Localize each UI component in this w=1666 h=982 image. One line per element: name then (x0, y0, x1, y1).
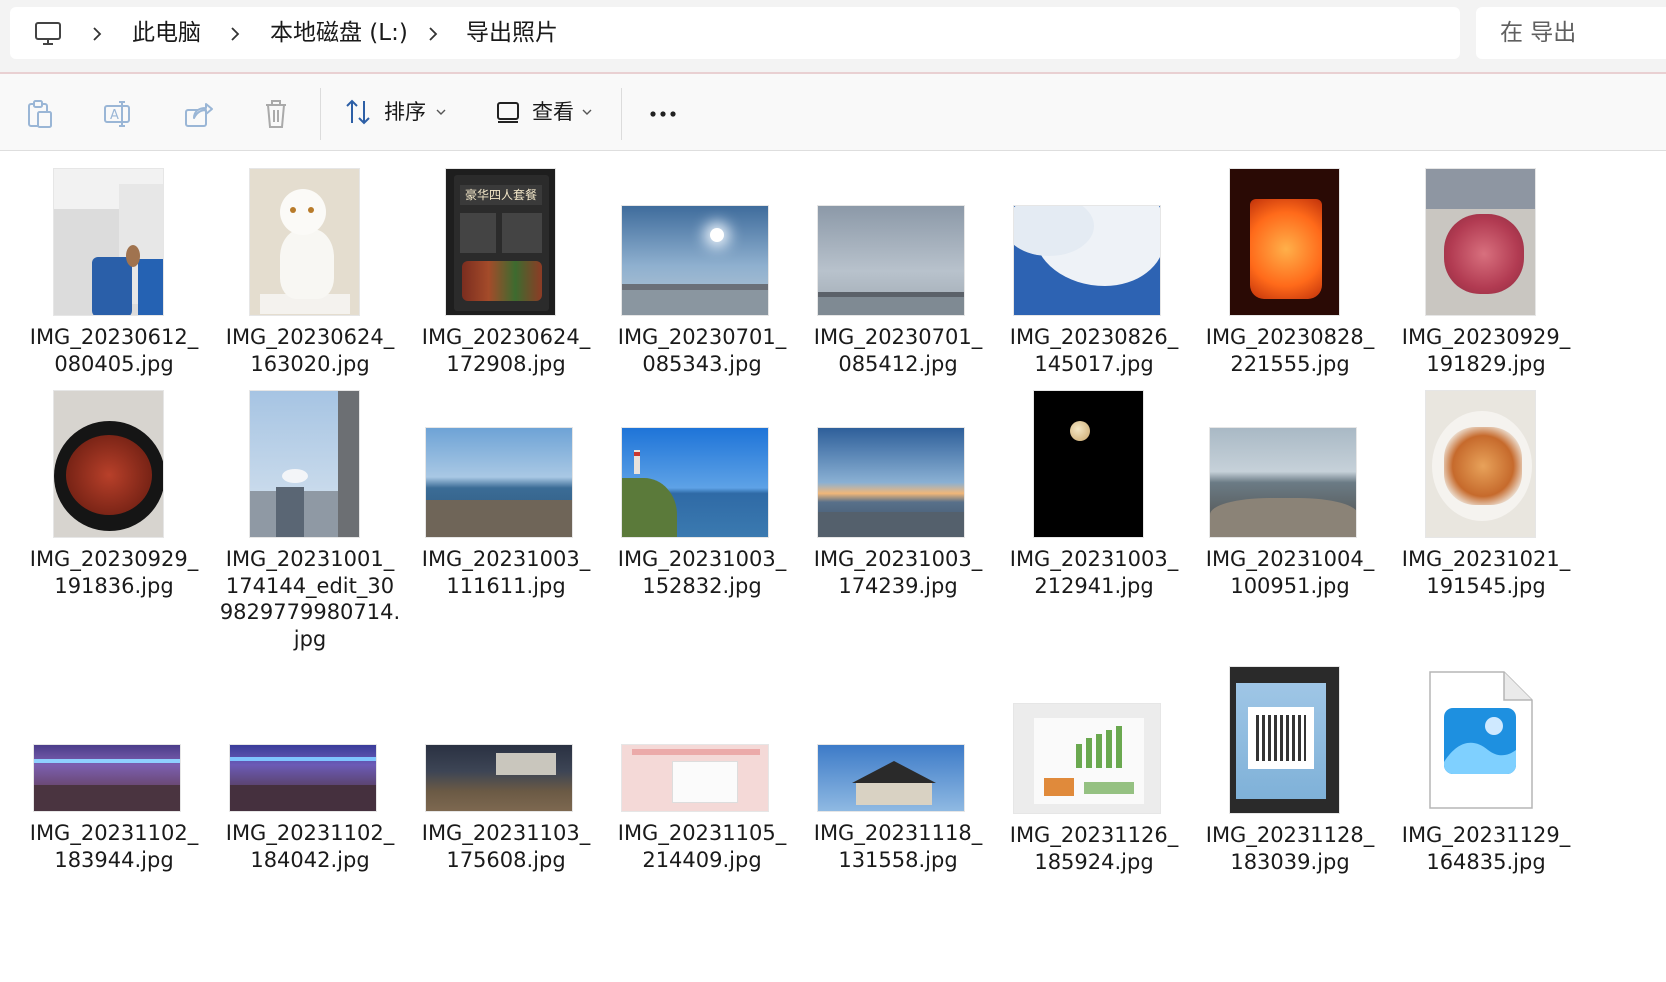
address-bar[interactable]: 此电脑 本地磁盘 (L:) 导出照片 (10, 7, 1460, 59)
file-thumbnail (249, 390, 360, 538)
file-thumbnail (53, 168, 164, 316)
file-thumbnail (33, 744, 181, 812)
file-thumbnail (249, 168, 360, 316)
file-name: IMG_20230624_ 163020.jpg (225, 325, 395, 376)
file-thumbnail (229, 744, 377, 812)
file-thumbnail (1209, 427, 1357, 538)
file-name: IMG_20231129_ 164835.jpg (1401, 823, 1571, 874)
sort-label: 排序 (384, 100, 426, 124)
file-name: IMG_20231004_ 100951.jpg (1205, 547, 1375, 598)
file-thumbnail (1229, 168, 1340, 316)
file-name: IMG_20231003_ 174239.jpg (813, 547, 983, 598)
file-thumbnail (1013, 205, 1161, 316)
address-bar-area: 此电脑 本地磁盘 (L:) 导出照片 在 导出 (0, 0, 1666, 72)
breadcrumb-this-pc[interactable]: 此电脑 (132, 19, 201, 47)
more-options-icon[interactable] (648, 98, 680, 130)
file-thumbnail (1013, 703, 1161, 814)
file-thumbnail (621, 427, 769, 538)
file-thumbnail (1229, 666, 1340, 814)
command-bar: A 排序 查看 (0, 74, 1666, 150)
file-grid: IMG_20230612_ 080405.jpg IMG_20230624_ 1… (0, 151, 1666, 982)
search-box[interactable]: 在 导出 (1476, 7, 1666, 59)
file-name: IMG_20231102_ 183944.jpg (29, 821, 199, 872)
sort-icon (346, 99, 370, 125)
chevron-right-icon[interactable] (426, 27, 440, 41)
file-name: IMG_20230929_ 191829.jpg (1401, 325, 1571, 376)
file-thumbnail (817, 427, 965, 538)
file-thumbnail (817, 205, 965, 316)
file-name: IMG_20230701_ 085412.jpg (813, 325, 983, 376)
delete-icon[interactable] (260, 98, 292, 130)
file-name: IMG_20231102_ 184042.jpg (225, 821, 395, 872)
share-icon[interactable] (182, 98, 214, 130)
search-placeholder: 在 导出 (1500, 20, 1577, 46)
file-thumbnail (621, 744, 769, 812)
breadcrumb-exported-photos[interactable]: 导出照片 (466, 19, 558, 47)
view-label: 查看 (532, 100, 574, 124)
file-name: IMG_20230701_ 085343.jpg (617, 325, 787, 376)
rename-icon[interactable]: A (102, 98, 134, 130)
file-name: IMG_20230612_ 080405.jpg (29, 325, 199, 376)
file-name: IMG_20231021_ 191545.jpg (1401, 547, 1571, 598)
view-icon (497, 102, 519, 123)
file-thumbnail (817, 744, 965, 812)
file-name: IMG_20231118_ 131558.jpg (813, 821, 983, 872)
chevron-down-icon (582, 109, 592, 115)
file-name: IMG_20231103_ 175608.jpg (421, 821, 591, 872)
file-name: IMG_20230826_ 145017.jpg (1009, 325, 1179, 376)
file-name: IMG_20230624_ 172908.jpg (421, 325, 591, 376)
chevron-right-icon[interactable] (228, 27, 242, 41)
file-thumbnail (1425, 390, 1536, 538)
toolbar-separator (320, 88, 321, 140)
paste-icon[interactable] (24, 98, 56, 130)
file-name: IMG_20231126_ 185924.jpg (1009, 823, 1179, 874)
file-name: IMG_20231003_ 111611.jpg (421, 547, 591, 598)
file-name: IMG_20231001_ 174144_edit_30 98297799807… (219, 547, 401, 651)
breadcrumb-local-disk[interactable]: 本地磁盘 (L:) (270, 19, 408, 47)
menu-title-text: 豪华四人套餐 (460, 185, 542, 205)
file-name: IMG_20230929_ 191836.jpg (29, 547, 199, 598)
chevron-down-icon (436, 109, 446, 115)
file-name: IMG_20230828_ 221555.jpg (1205, 325, 1375, 376)
svg-text:A: A (110, 108, 119, 123)
file-thumbnail: 豪华四人套餐 (445, 168, 556, 316)
toolbar-separator (621, 88, 622, 140)
sort-button[interactable]: 排序 (344, 92, 454, 132)
file-name: IMG_20231105_ 214409.jpg (617, 821, 787, 872)
chevron-right-icon[interactable] (90, 27, 104, 41)
file-name: IMG_20231003_ 212941.jpg (1009, 547, 1179, 598)
file-name: IMG_20231128_ 183039.jpg (1205, 823, 1375, 874)
file-thumbnail (425, 427, 573, 538)
file-name: IMG_20231003_ 152832.jpg (617, 547, 787, 598)
image-file-icon (1429, 671, 1533, 809)
file-thumbnail (425, 744, 573, 812)
file-thumbnail (621, 205, 769, 316)
this-pc-icon[interactable] (34, 21, 62, 47)
file-thumbnail (1033, 390, 1144, 538)
view-button[interactable]: 查看 (494, 92, 604, 132)
file-thumbnail (53, 390, 164, 538)
file-thumbnail (1425, 168, 1536, 316)
